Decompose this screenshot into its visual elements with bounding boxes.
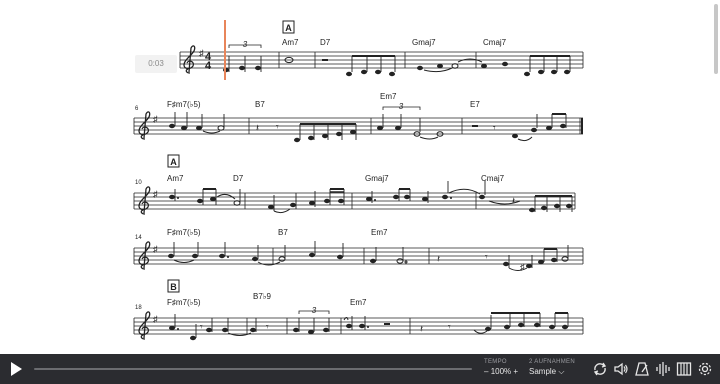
tempo-value: 100% [490,367,512,376]
chord-symbol: Em7 [350,298,367,307]
svg-text:♯: ♯ [153,244,158,254]
waveform-icon[interactable] [655,361,671,377]
chord-symbol: F♯m7(♭5) [167,228,201,237]
chord-symbol: B7♭9 [253,292,272,301]
progress-track[interactable] [34,368,472,370]
svg-text:♯: ♯ [520,262,525,272]
chord-symbol: D7 [233,174,244,183]
svg-text:𝄾: 𝄾 [200,322,203,333]
loop-icon[interactable] [592,361,608,377]
chord-symbol: E7 [470,100,480,109]
svg-text:𝄾: 𝄾 [485,252,488,263]
settings-icon[interactable] [697,361,713,377]
chord-symbol: B7 [278,228,288,237]
time-sig-bottom: 4 [205,60,212,72]
recording-select[interactable]: 2 AUFNAHMEN Sample ⌵ [529,358,575,378]
chord-symbol: Em7 [371,228,388,237]
svg-text:𝄾: 𝄾 [276,122,279,133]
tempo-label: TEMPO [484,359,507,365]
piano-icon[interactable] [676,361,692,377]
chord-symbol: F♯m7(♭5) [167,100,201,109]
treble-clef-icon [183,45,196,74]
chord-symbol: Em7 [380,92,397,101]
rehearsal-mark: A [285,23,292,33]
recordings-label: 2 AUFNAHMEN [529,359,575,365]
chord-symbol: F♯m7(♭5) [167,298,201,307]
chord-symbol: Cmaj7 [481,174,505,183]
chord-symbol: B7 [255,100,265,109]
rehearsal-mark: B [170,282,177,292]
chord-symbol: Gmaj7 [365,174,389,183]
svg-text:𝄾: 𝄾 [266,322,269,333]
chord-symbol: Gmaj7 [412,38,436,47]
tempo-control: TEMPO – 100% + [484,358,518,378]
svg-text:𝄽: 𝄽 [512,196,515,207]
chord-symbol: Am7 [167,174,184,183]
svg-text:♯: ♯ [153,314,158,324]
rehearsal-mark: A [170,157,177,167]
svg-text:𝄾: 𝄾 [493,123,496,134]
svg-text:𝄽: 𝄽 [420,324,423,335]
player-bar: TEMPO – 100% + 2 AUFNAHMEN Sample ⌵ [0,354,720,384]
current-time-box: 0:03 [135,55,177,73]
play-icon[interactable] [8,361,24,377]
measure-number: 18 [135,305,142,311]
chevron-down-icon[interactable]: ⌵ [558,367,564,376]
system-1 [179,51,584,69]
tempo-increase-button[interactable]: + [513,367,518,376]
measure-number: 6 [135,106,139,112]
svg-text:𝄽: 𝄽 [437,254,440,265]
treble-clef-icon [138,311,151,340]
treble-clef-icon [138,241,151,270]
sheet-music: 3 ♯ 4 4 A Am7 D7 Gmaj7 Cmaj7 𝄽 𝄾 𝄾 3 ♯ 6… [133,20,584,341]
volume-icon[interactable] [613,361,629,377]
treble-clef-icon [138,186,151,215]
measure-number: 14 [135,235,142,241]
svg-text:♯: ♯ [153,189,158,199]
svg-text:𝄽: 𝄽 [256,123,259,134]
measure-number: 10 [135,180,142,186]
chord-symbol: Am7 [282,38,299,47]
key-sharp: ♯ [199,48,204,58]
svg-text:♯: ♯ [153,114,158,124]
triplet-mark: 3 [399,102,404,111]
tempo-decrease-button[interactable]: – [484,367,488,376]
vertical-scrollbar[interactable] [714,4,718,74]
triplet-mark: 3 [312,306,317,315]
recording-value[interactable]: Sample [529,367,556,376]
chord-symbol: D7 [320,38,331,47]
svg-text:𝄾: 𝄾 [448,322,451,333]
chord-symbol: Cmaj7 [483,38,507,47]
treble-clef-icon [138,111,151,140]
current-time: 0:03 [148,59,164,68]
metronome-icon[interactable] [634,361,650,377]
svg-text:3: 3 [243,40,248,49]
